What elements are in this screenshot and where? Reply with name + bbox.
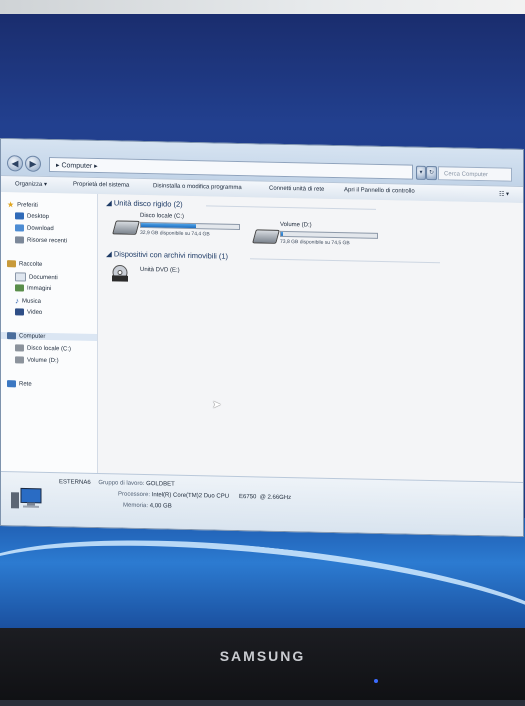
sidebar-item-label: Preferiti [17,201,38,209]
content-area: ★ Preferiti Desktop Download Risorse rec… [1,192,523,483]
sidebar-item-label: Musica [22,297,42,305]
dvd-drive-item[interactable]: Unità DVD (E:) [110,264,220,292]
navigation-pane: ★ Preferiti Desktop Download Risorse rec… [1,192,98,475]
sidebar-item-label: Computer [19,332,46,340]
hard-drive-icon [15,344,24,352]
drive-d-item[interactable]: Volume (D:) 73,8 GB disponibile su 74,5 … [250,221,390,254]
map-network-drive-button[interactable]: Connetti unità di rete [269,186,324,193]
desktop-icon [15,212,24,220]
sidebar-item-download[interactable]: Download [15,224,54,232]
drive-c-usage-fill [141,222,196,229]
memory-label: Memoria: [123,502,149,510]
processor-value: Intel(R) Core(TM)2 Duo CPU E6750 @ 2.66G… [151,492,292,502]
uninstall-program-button[interactable]: Disinstalla o modifica programma [153,183,242,191]
mouse-cursor-icon: ➤ [212,399,222,411]
power-led-icon [374,679,378,683]
recent-places-icon [15,236,24,244]
drive-c-free-space: 32,9 GB disponibile su 74,4 GB [140,229,210,238]
sidebar-item-label: Documenti [29,274,58,281]
drive-c-name: Disco locale (C:) [140,212,185,220]
processor-line: Processore: Intel(R) Core(TM)2 Duo CPU E… [118,491,291,501]
hard-disks-group-header[interactable]: ◢ Unità disco rigido (2) [106,198,183,209]
sidebar-item-recent[interactable]: Risorse recenti [15,236,67,244]
sidebar-item-favorites[interactable]: ★ Preferiti [7,200,38,210]
sidebar-item-label: Video [27,309,43,316]
search-input[interactable]: Cerca Computer [438,166,512,182]
libraries-icon [7,260,16,268]
view-options-icon[interactable]: ☷ ▾ [499,190,509,197]
dvd-drive-name: Unità DVD (E:) [140,266,180,274]
sidebar-item-label: Desktop [27,213,50,220]
open-control-panel-button[interactable]: Apri il Pannello di controllo [344,187,415,194]
sidebar-item-label: Disco locale (C:) [27,345,72,352]
sidebar-item-label: Download [27,225,54,232]
sidebar-item-music[interactable]: ♪ Musica [15,296,41,306]
sidebar-item-pictures[interactable]: Immagini [15,284,51,292]
sidebar-item-label: Volume (D:) [27,357,59,364]
sidebar-item-video[interactable]: Video [15,308,42,316]
computer-name: ESTERNA6 [59,479,91,486]
forward-button[interactable]: ▶ [25,155,41,172]
details-pane: ESTERNA6 Gruppo di lavoro: GOLDBET Proce… [1,471,523,536]
sidebar-item-drive-d[interactable]: Volume (D:) [15,356,59,364]
monitor-bezel [0,628,525,700]
sidebar-item-computer[interactable]: Computer [1,332,97,342]
download-icon [15,224,24,232]
monitor-brand-logo: SAMSUNG [219,648,306,664]
documents-icon [15,272,26,282]
address-dropdown-icon[interactable]: ▾ [416,165,426,180]
memory-line: Memoria: 4,00 GB [123,503,172,510]
computer-icon [11,487,42,509]
breadcrumb-arrow-icon: ▸ [94,162,98,171]
collapse-arrow-icon: ◢ [106,249,114,259]
group-divider [206,205,376,210]
hard-drive-icon [112,220,140,235]
sidebar-item-desktop[interactable]: Desktop [15,212,49,220]
drive-d-name: Volume (D:) [280,221,312,229]
workgroup-label: Gruppo di lavoro: [98,480,145,488]
file-list: ◢ Unità disco rigido (2) Disco locale (C… [98,194,523,483]
collapse-arrow-icon: ◢ [106,198,114,208]
sidebar-item-network[interactable]: Rete [7,380,32,388]
breadcrumb-computer[interactable]: Computer [61,162,92,170]
memory-value: 4,00 GB [149,503,172,510]
video-icon [15,308,24,316]
back-button[interactable]: ◀ [7,155,23,172]
hard-drive-icon [15,356,24,364]
drive-d-free-space: 73,8 GB disponibile su 74,5 GB [280,238,350,247]
sidebar-item-label: Immagini [27,285,52,292]
organize-button[interactable]: Organizza ▾ [15,180,47,188]
sidebar-item-documents[interactable]: Documenti [15,272,58,282]
system-properties-button[interactable]: Proprietà del sistema [73,182,129,189]
computer-icon [7,332,16,340]
processor-label: Processore: [118,491,151,499]
dvd-drive-icon [112,265,128,282]
refresh-icon[interactable]: ↻ [426,165,437,181]
drive-c-item[interactable]: Disco locale (C:) 32,9 GB disponibile su… [110,212,250,245]
music-icon: ♪ [15,296,19,306]
sidebar-item-libraries[interactable]: Raccolte [7,260,42,268]
group-divider [250,258,440,264]
hard-drive-icon [252,229,280,244]
pictures-icon [15,284,24,292]
sidebar-item-label: Raccolte [19,260,43,268]
sidebar-item-drive-c[interactable]: Disco locale (C:) [15,344,71,352]
drive-d-usage-bar [280,230,378,239]
drive-c-usage-bar [140,221,240,231]
computer-name-line: ESTERNA6 Gruppo di lavoro: GOLDBET [59,479,175,487]
explorer-window: ◀ ▶ ▸ Computer ▸ ▾ ↻ Cerca Computer Orga… [0,138,524,537]
network-icon [7,380,16,388]
sidebar-item-label: Risorse recenti [27,237,68,244]
workgroup-value: GOLDBET [146,481,175,488]
star-icon: ★ [7,200,15,210]
sidebar-item-label: Rete [19,380,32,388]
drive-d-usage-fill [281,231,283,236]
removable-group-header[interactable]: ◢ Dispositivi con archivi rimovibili (1) [106,249,228,261]
